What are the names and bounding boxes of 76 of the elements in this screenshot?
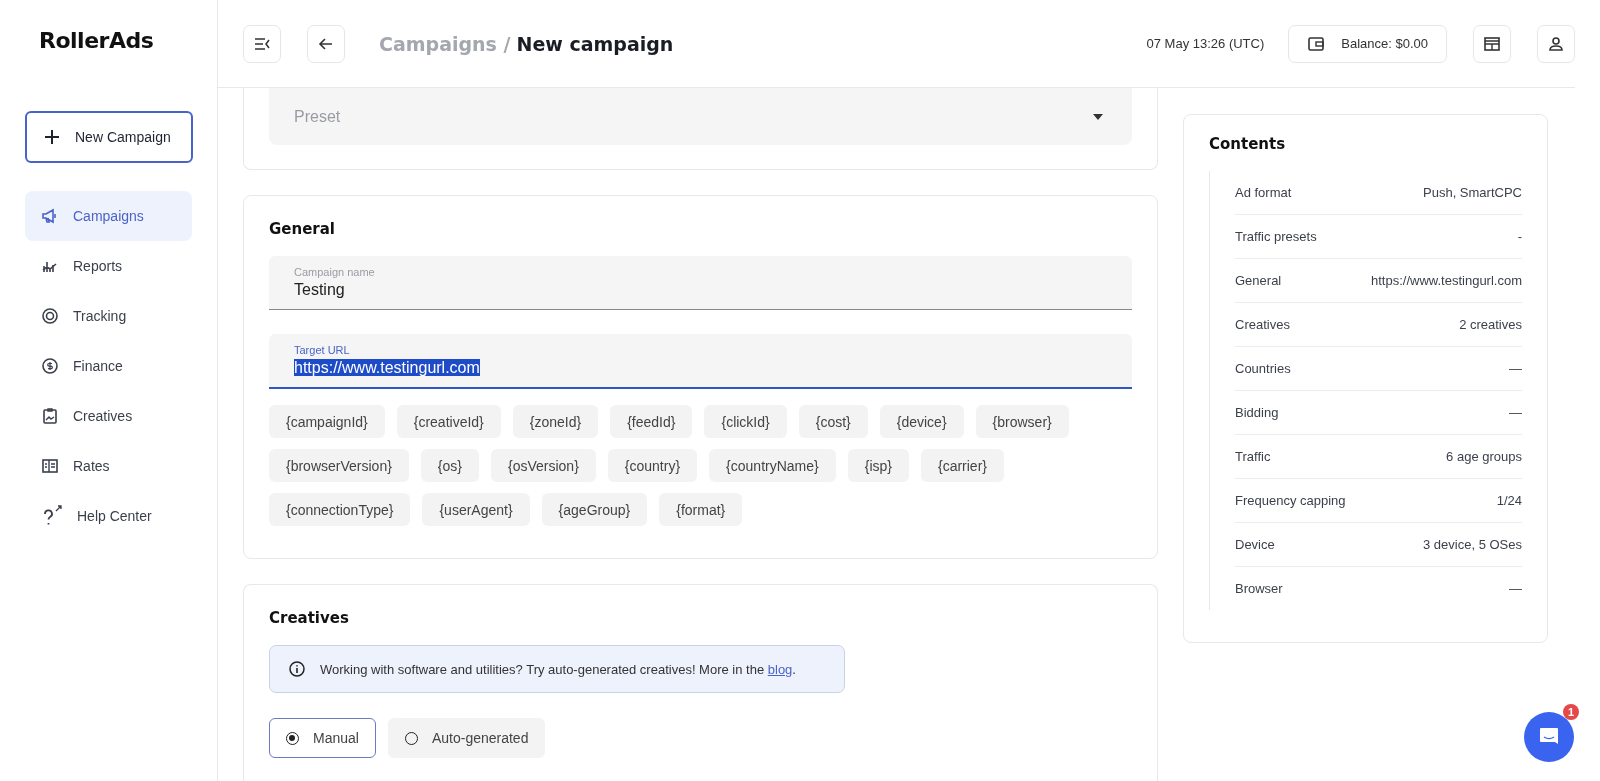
dollar-coin-icon [41, 357, 59, 375]
macro-chip[interactable]: {clickId} [704, 405, 787, 438]
info-text: Working with software and utilities? Try auto-generated creatives! More in the blog. [320, 661, 796, 677]
macro-chip[interactable]: {isp} [847, 449, 909, 482]
caret-icon [1092, 112, 1104, 121]
sidebar-item[interactable]: Campaigns [25, 191, 192, 241]
target-icon [41, 307, 59, 325]
user-icon [1547, 34, 1565, 53]
contents-value: 1/24 [1496, 493, 1522, 508]
page-title: New campaign [516, 32, 674, 55]
macro-chip[interactable]: {browser} [975, 405, 1069, 438]
info-icon [288, 660, 306, 678]
sidebar-item[interactable]: Reports [25, 241, 192, 291]
macro-chip[interactable]: {campaignId} [269, 405, 385, 438]
sidebar-item[interactable]: Creatives [25, 391, 192, 441]
balance-button[interactable]: Balance: $0.00 [1288, 24, 1447, 63]
back-button[interactable] [307, 24, 345, 63]
calendar-button[interactable] [1473, 24, 1511, 63]
contents-value: Push, SmartCPC [1423, 185, 1522, 200]
clipboard-icon [41, 407, 59, 425]
layout-icon [1483, 34, 1501, 53]
radio-option[interactable]: Auto-generated [387, 718, 546, 758]
sidebar-item[interactable]: Rates [25, 441, 192, 491]
macro-chip[interactable]: {format} [659, 493, 743, 526]
macro-chip[interactable]: {cost} [798, 405, 868, 438]
contents-value: — [1509, 361, 1522, 376]
contents-label: General [1235, 273, 1282, 288]
contents-label: Creatives [1235, 317, 1290, 332]
section-title: Creatives [269, 609, 350, 627]
contents-value: - [1517, 229, 1522, 244]
contents-value: https://www.testingurl.com [1371, 273, 1522, 288]
notification-badge: 1 [1563, 704, 1579, 720]
wallet-icon [1307, 34, 1326, 53]
section-title: General [269, 220, 336, 238]
contents-label: Ad format [1235, 185, 1292, 200]
time-text: 07 May 13:26 (UTC) [1146, 36, 1265, 51]
contents-label: Traffic [1235, 449, 1271, 464]
contents-title: Contents [1209, 135, 1287, 153]
macro-chip[interactable]: {feedId} [610, 405, 693, 438]
plus-icon [43, 128, 61, 146]
macro-chip[interactable]: {device} [879, 405, 964, 438]
contents-label: Countries [1235, 361, 1291, 376]
macro-chip[interactable]: {os} [420, 449, 479, 482]
macro-chip[interactable]: {country} [607, 449, 698, 482]
megaphone-icon [41, 207, 59, 225]
menu-collapse-button[interactable] [243, 24, 281, 63]
contents-value: — [1509, 581, 1522, 596]
sidebar-item[interactable]: Tracking [25, 291, 192, 341]
macro-chip[interactable]: {browserVersion} [269, 449, 409, 482]
contents-label: Frequency capping [1235, 493, 1346, 508]
contents-value: 3 device, 5 OSes [1423, 537, 1522, 552]
radio-option[interactable]: Manual [269, 718, 376, 758]
macro-chip[interactable]: {userAgent} [422, 493, 530, 526]
macro-chip[interactable]: {zoneId} [512, 405, 599, 438]
contents-label: Device [1235, 537, 1275, 552]
contents-label: Browser [1235, 581, 1283, 596]
profile-button[interactable] [1537, 24, 1575, 63]
table-icon [41, 457, 59, 475]
contents-value: — [1509, 405, 1522, 420]
sidebar-item[interactable]: Finance [25, 341, 192, 391]
logo: RollerAds [38, 28, 155, 53]
contents-label: Bidding [1235, 405, 1279, 420]
contents-value: 2 creatives [1459, 317, 1522, 332]
macro-chip[interactable]: {countryName} [709, 449, 836, 482]
sidebar-item[interactable]: Help Center [25, 491, 192, 541]
question-icon [41, 505, 63, 527]
contents-label: Traffic presets [1235, 229, 1317, 244]
text-field[interactable]: Campaign name Testing [269, 256, 1132, 310]
macro-chip[interactable]: {connectionType} [269, 493, 411, 526]
new-campaign-button[interactable]: New Campaign [25, 111, 193, 163]
macro-chip[interactable]: {carrier} [920, 449, 1004, 482]
macro-chip[interactable]: {creativeId} [396, 405, 501, 438]
macro-chip[interactable]: {ageGroup} [541, 493, 648, 526]
text-field[interactable]: Target URL https://www.testingurl.com [269, 334, 1132, 389]
macro-chip[interactable]: {osVersion} [491, 449, 596, 482]
contents-value: 6 age groups [1446, 449, 1522, 464]
